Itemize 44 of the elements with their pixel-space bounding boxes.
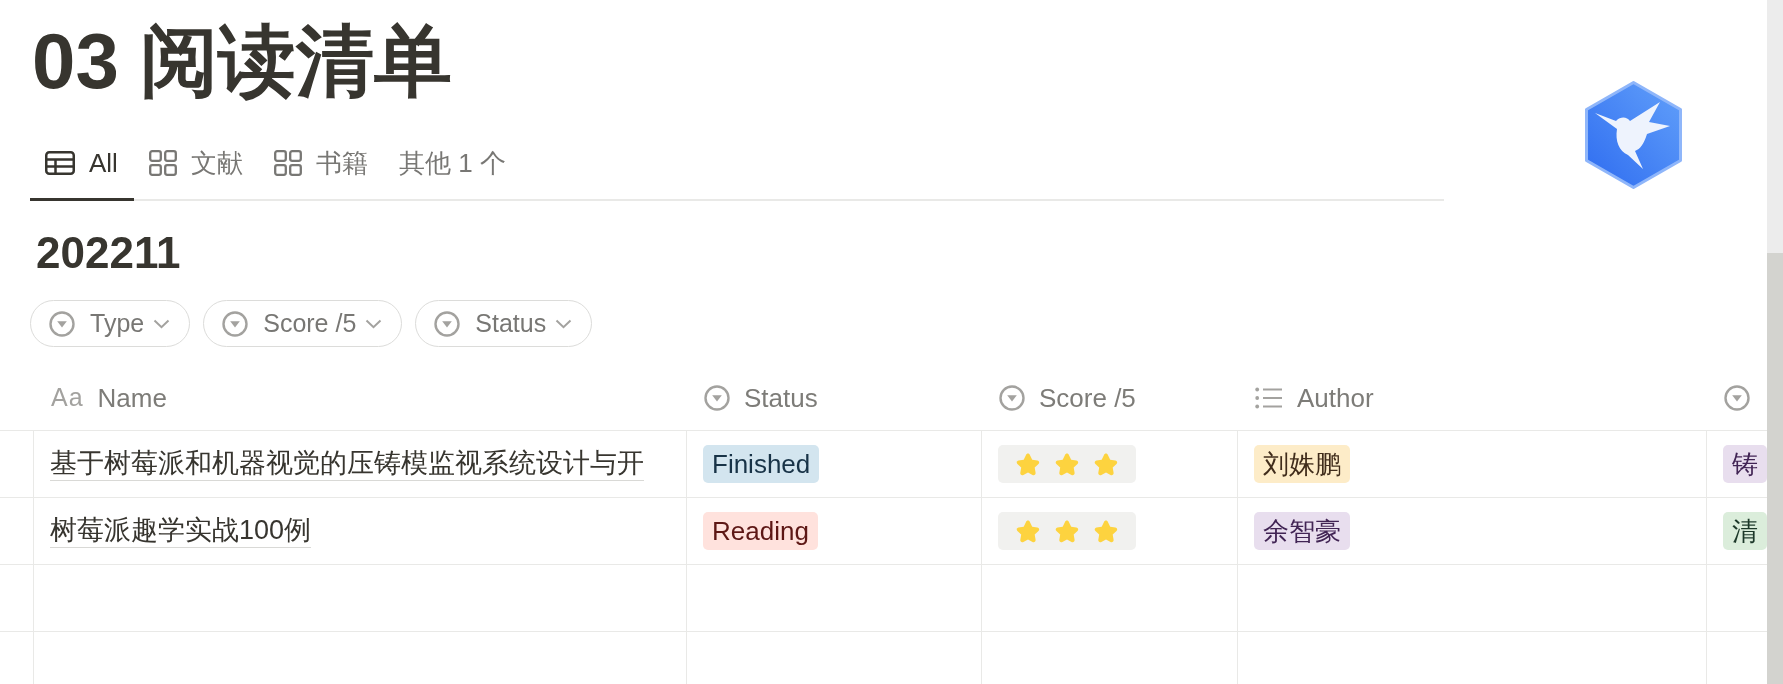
- select-tag: 余智豪: [1254, 512, 1350, 550]
- select-tag: 清: [1723, 512, 1767, 550]
- column-header[interactable]: Aa Name: [33, 366, 686, 430]
- select-tag: 刘姝鹏: [1254, 445, 1350, 483]
- dropdown-circle-icon: [999, 385, 1025, 411]
- view-tab[interactable]: 书籍: [258, 137, 384, 201]
- column-header[interactable]: Score /5: [981, 366, 1237, 430]
- star-icon: [1093, 451, 1119, 477]
- scrollbar-thumb[interactable]: [1767, 253, 1783, 684]
- dropdown-circle-icon: [49, 310, 75, 337]
- list-icon: [1255, 387, 1283, 409]
- select-tag: 铸: [1723, 445, 1767, 483]
- view-tab[interactable]: 其他 1 个: [383, 137, 522, 201]
- star-icon: [1015, 451, 1041, 477]
- title-type-mark: Aa: [51, 382, 84, 414]
- dropdown-circle-icon: [222, 310, 249, 337]
- select-tag: Reading: [703, 512, 818, 550]
- filter-chip[interactable]: Type: [30, 300, 191, 347]
- page-link[interactable]: 基于树莓派和机器视觉的压铸模监视系统设计与开: [50, 446, 644, 482]
- dropdown-circle-icon: [1724, 385, 1750, 411]
- scrollbar-track[interactable]: [1767, 0, 1783, 684]
- star-icon: [1054, 518, 1080, 544]
- filter-chip[interactable]: Status: [415, 300, 593, 347]
- chevron-down-icon: [365, 318, 383, 329]
- dropdown-circle-icon: [434, 310, 461, 337]
- dropdown-circle-icon: [704, 385, 730, 411]
- column-header[interactable]: Author: [1237, 366, 1706, 430]
- chevron-down-icon: [153, 318, 171, 329]
- page-link[interactable]: 树莓派趣学实战100例: [50, 513, 312, 549]
- filter-chip[interactable]: Score /5: [203, 300, 403, 347]
- star-icon: [1054, 451, 1080, 477]
- gallery-icon: [148, 150, 177, 176]
- column-header[interactable]: Status: [686, 366, 981, 430]
- gallery-icon: [273, 150, 302, 176]
- star-icon: [1093, 518, 1119, 544]
- star-icon: [1015, 518, 1041, 544]
- chevron-down-icon: [555, 318, 573, 329]
- view-tab[interactable]: All: [30, 137, 134, 201]
- table-icon: [45, 151, 75, 175]
- group-heading: 202211: [36, 227, 182, 279]
- bird-logo-icon: [1583, 80, 1684, 190]
- page-title: 03 阅读清单: [32, 16, 454, 107]
- view-tab[interactable]: 文献: [133, 137, 259, 201]
- select-tag: Finished: [703, 445, 820, 483]
